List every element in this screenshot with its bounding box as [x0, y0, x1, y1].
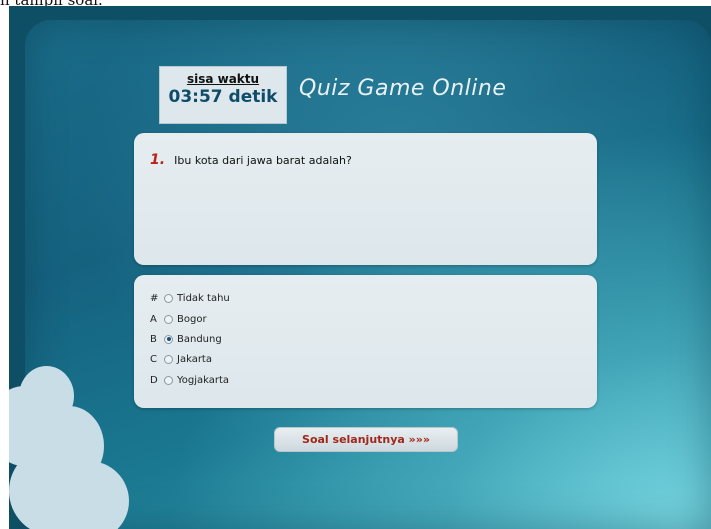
timer-value: 03:57 detik	[168, 87, 278, 107]
question-number: 1.	[150, 152, 166, 168]
radio-button[interactable]	[164, 354, 173, 364]
timer-box: sisa waktu 03:57 detik	[159, 66, 287, 124]
next-question-button[interactable]: Soal selanjutnya »»»	[274, 427, 458, 452]
option-label: Yogjakarta	[177, 374, 230, 386]
option-c[interactable]: C Jakarta	[150, 350, 212, 368]
question-text: Ibu kota dari jawa barat adalah?	[174, 154, 352, 167]
option-a[interactable]: A Bogor	[150, 310, 207, 328]
option-key: B	[150, 333, 157, 345]
option-label: Bandung	[177, 333, 222, 345]
answers-card: # Tidak tahu A Bogor B Bandung C Jakarta…	[134, 275, 597, 408]
option-tidak-tahu[interactable]: # Tidak tahu	[150, 289, 230, 307]
question-card: 1. Ibu kota dari jawa barat adalah?	[134, 133, 597, 265]
option-key: #	[150, 292, 159, 304]
option-label: Tidak tahu	[177, 292, 230, 304]
radio-button[interactable]	[164, 375, 173, 385]
timer-label: sisa waktu	[186, 72, 260, 86]
option-key: C	[150, 353, 157, 365]
option-key: D	[150, 374, 158, 386]
option-b[interactable]: B Bandung	[150, 330, 222, 348]
option-label: Bogor	[177, 313, 207, 325]
radio-button[interactable]	[164, 293, 173, 303]
app-title: Quiz Game Online	[299, 76, 507, 101]
radio-button[interactable]	[164, 314, 173, 324]
option-d[interactable]: D Yogjakarta	[150, 371, 229, 389]
radio-button-checked[interactable]	[164, 334, 173, 344]
option-label: Jakarta	[177, 353, 212, 365]
question-line: 1. Ibu kota dari jawa barat adalah?	[150, 149, 352, 168]
option-key: A	[150, 313, 157, 325]
quiz-stage: sisa waktu 03:57 detik Quiz Game Online …	[9, 6, 711, 529]
